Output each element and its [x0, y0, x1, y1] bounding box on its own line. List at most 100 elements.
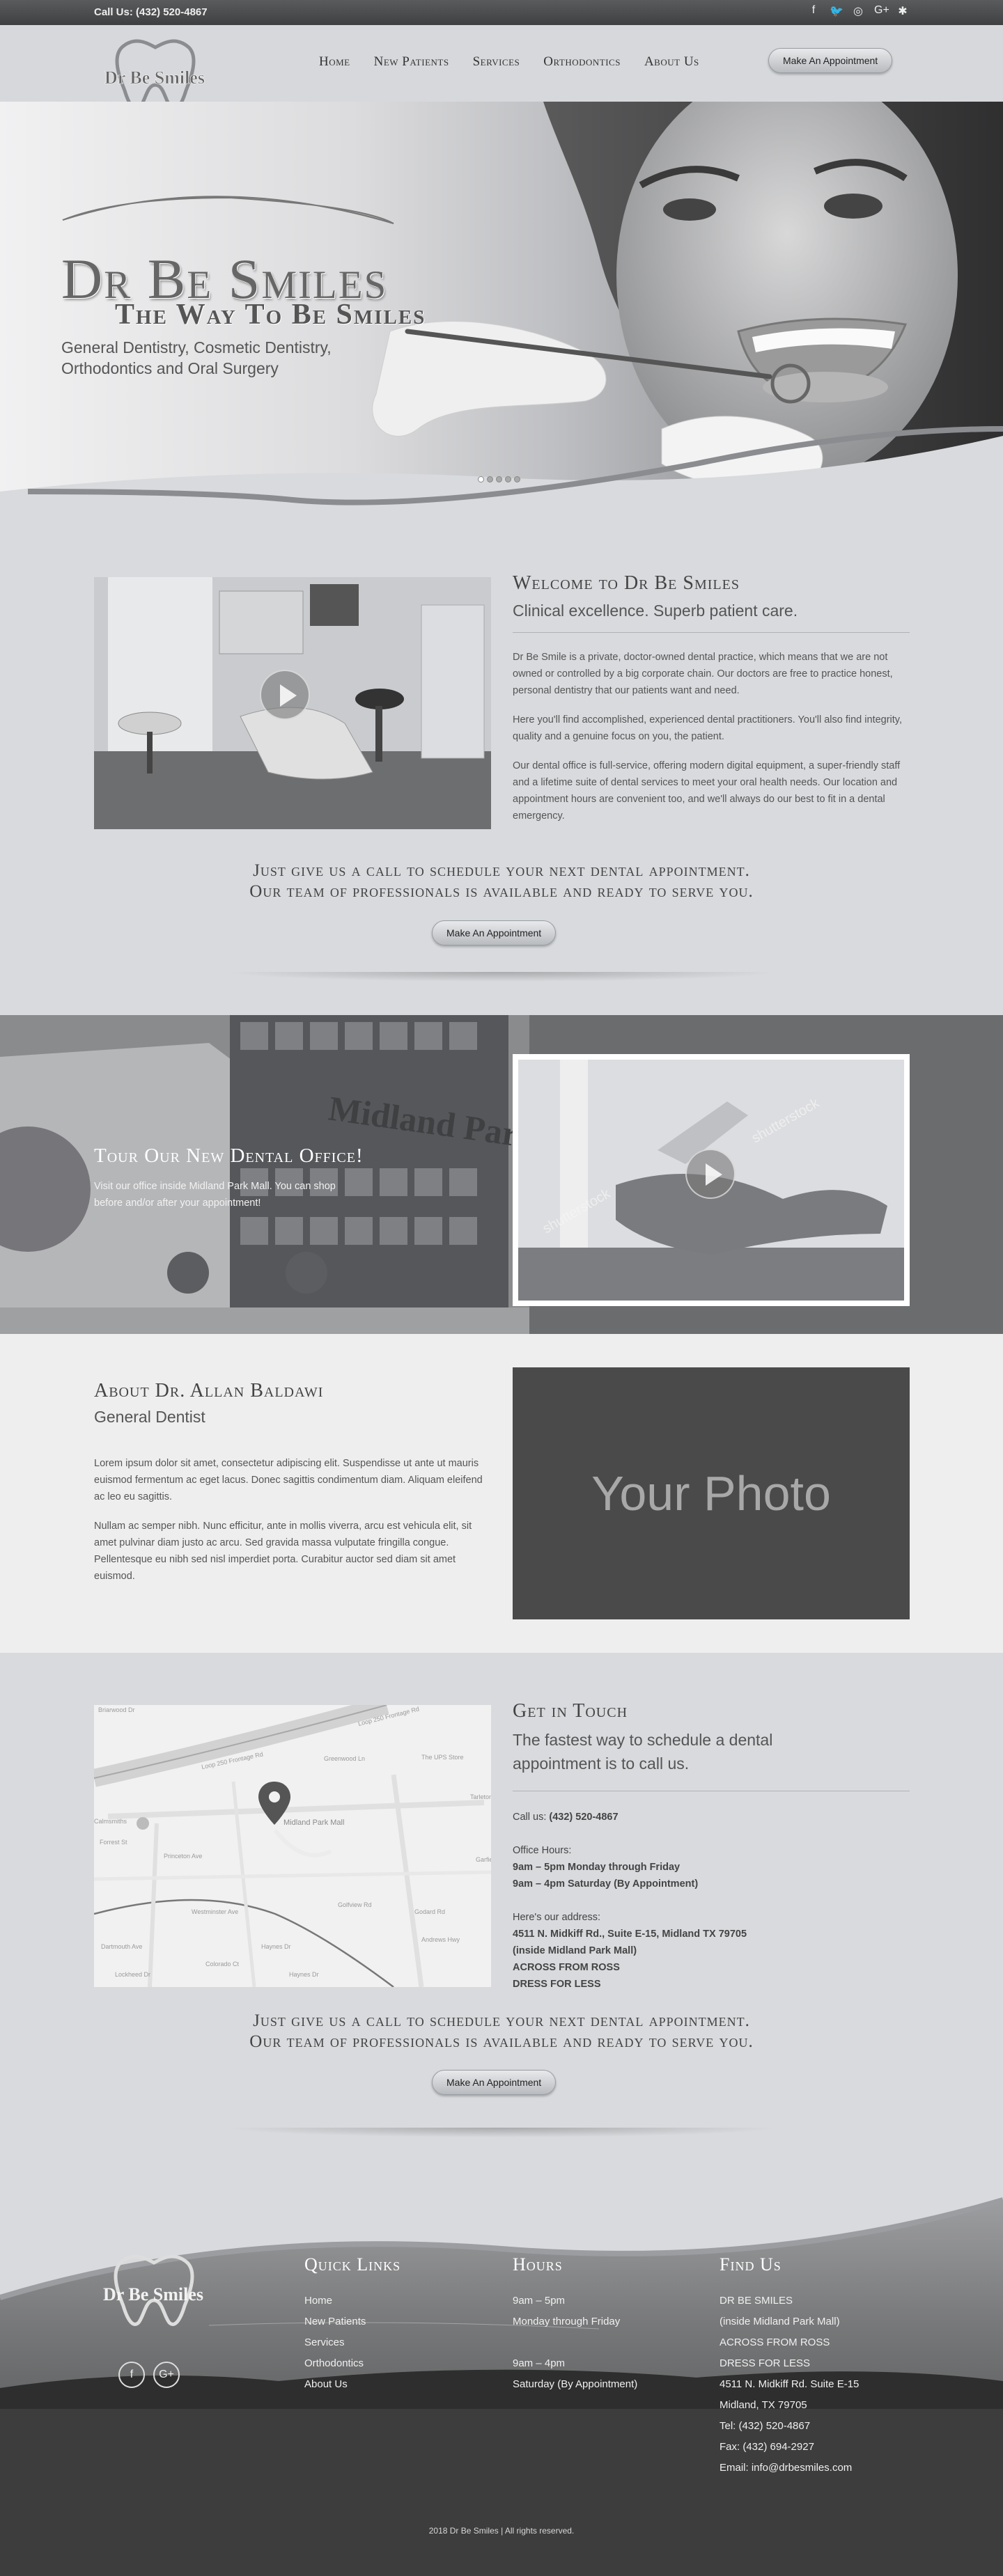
- hero-slider: Dr Be Smiles The Way To Be Smiles Genera…: [0, 102, 1003, 533]
- cta-line-2: Our team of professionals is available a…: [249, 882, 754, 901]
- address-label: Here's our address:: [513, 1912, 601, 1923]
- footer-hours-line: 9am – 4pm: [513, 2357, 566, 2369]
- section-divider-shadow: [223, 2128, 780, 2137]
- map-label: Garfield St: [476, 1856, 491, 1863]
- yelp-icon[interactable]: ✱: [896, 4, 909, 18]
- map-label: Colorado Ct: [205, 1961, 240, 1968]
- slider-dot[interactable]: [505, 476, 511, 482]
- footer-link-new-patients[interactable]: New Patients: [304, 2311, 401, 2332]
- address-line: 4511 N. Midkiff Rd., Suite E-15, Midland…: [513, 1929, 747, 1940]
- address-line: (inside Midland Park Mall): [513, 1945, 637, 1956]
- welcome-body: Dr Be Smile is a private, doctor-owned d…: [513, 649, 910, 837]
- contact-phone[interactable]: (432) 520-4867: [549, 1812, 618, 1823]
- welcome-video[interactable]: [94, 577, 491, 829]
- footer-social: f G+: [118, 2362, 180, 2388]
- hero-subtitle: General Dentistry, Cosmetic Dentistry, O…: [61, 338, 332, 377]
- welcome-subheading: Clinical excellence. Superb patient care…: [513, 602, 798, 620]
- map-label: Princeton Ave: [164, 1853, 202, 1860]
- footer-logo[interactable]: Dr Be Smiles: [94, 2247, 212, 2345]
- welcome-paragraph: Dr Be Smile is a private, doctor-owned d…: [513, 652, 893, 696]
- about-body: Lorem ipsum dolor sit amet, consectetur …: [94, 1455, 491, 1597]
- footer-find-us: Find Us DR BE SMILES (inside Midland Par…: [720, 2254, 859, 2479]
- divider: [513, 632, 910, 633]
- map-label: Calmsmiths: [94, 1818, 127, 1825]
- footer-hours-line: Monday through Friday: [513, 2316, 621, 2327]
- main-nav: Home New Patients Services Orthodontics …: [319, 54, 699, 70]
- cta-line-1: Just give us a call to schedule your nex…: [253, 861, 750, 880]
- welcome-paragraph: Here you'll find accomplished, experienc…: [513, 714, 903, 742]
- hours-label: Office Hours:: [513, 1845, 572, 1856]
- slider-dot[interactable]: [514, 476, 520, 482]
- tooth-logo-icon: Dr Be Smiles: [103, 2254, 203, 2326]
- map-label: Briarwood Dr: [98, 1706, 135, 1713]
- welcome-heading: Welcome to Dr Be Smiles: [513, 572, 740, 594]
- section-divider-shadow: [223, 972, 780, 982]
- hours-title: Hours: [513, 2254, 563, 2275]
- slider-dots: [478, 476, 520, 482]
- slider-dot[interactable]: [487, 476, 493, 482]
- contact-heading: Get in Touch: [513, 1700, 628, 1722]
- map-label: Dartmouth Ave: [101, 1943, 142, 1950]
- map-label: The UPS Store: [421, 1754, 464, 1761]
- footer-link-home[interactable]: Home: [304, 2291, 401, 2311]
- top-bar: Call Us: (432) 520-4867 f 🐦 ◎ G+ ✱: [0, 0, 1003, 25]
- tour-text: Visit our office inside Midland Park Mal…: [94, 1181, 336, 1209]
- contact-details: Call us: (432) 520-4867 Office Hours: 9a…: [513, 1809, 861, 1993]
- footer-link-orthodontics[interactable]: Orthodontics: [304, 2353, 401, 2374]
- nav-about-us[interactable]: About Us: [644, 54, 699, 70]
- quick-links-title: Quick Links: [304, 2254, 401, 2275]
- nav-orthodontics[interactable]: Orthodontics: [543, 54, 621, 70]
- call-us-text[interactable]: Call Us: (432) 520-4867: [94, 6, 208, 18]
- facebook-icon[interactable]: f: [807, 4, 820, 18]
- map-label: Greenwood Ln: [324, 1755, 365, 1762]
- footer-phone[interactable]: Tel: (432) 520-4867: [720, 2416, 859, 2437]
- footer-link-services[interactable]: Services: [304, 2332, 401, 2353]
- footer-hours: Hours 9am – 5pm Monday through Friday 9a…: [513, 2254, 637, 2395]
- google-plus-icon[interactable]: G+: [153, 2362, 180, 2388]
- footer-find-line: (inside Midland Park Mall): [720, 2316, 840, 2327]
- slider-dot[interactable]: [496, 476, 502, 482]
- footer-find-line: 4511 N. Midkiff Rd. Suite E-15: [720, 2378, 860, 2390]
- map-label: Westminster Ave: [192, 1908, 238, 1915]
- about-heading: About Dr. Allan Baldawi: [94, 1380, 324, 1401]
- cta-appointment-button[interactable]: Make An Appointment: [432, 2070, 557, 2095]
- cta-appointment-button[interactable]: Make An Appointment: [432, 920, 557, 945]
- social-links: f 🐦 ◎ G+ ✱: [807, 4, 909, 18]
- play-icon[interactable]: [685, 1149, 736, 1199]
- copyright: 2018 Dr Be Smiles | All rights reserved.: [428, 2526, 575, 2536]
- google-plus-icon[interactable]: G+: [874, 4, 889, 18]
- map-label-mall: Midland Park Mall: [283, 1819, 344, 1827]
- play-icon[interactable]: [260, 670, 310, 720]
- contact-subheading: The fastest way to schedule a dental app…: [513, 1731, 773, 1773]
- about-paragraph: Nullam ac semper nibh. Nunc efficitur, a…: [94, 1521, 472, 1582]
- welcome-paragraph: Our dental office is full-service, offer…: [513, 760, 901, 822]
- map-label: Forrest St: [100, 1839, 127, 1846]
- map-label: Tarleton St: [470, 1793, 491, 1800]
- about-subheading: General Dentist: [94, 1408, 205, 1426]
- footer-link-about-us[interactable]: About Us: [304, 2374, 401, 2395]
- footer-quick-links: Quick Links Home New Patients Services O…: [304, 2254, 401, 2395]
- logo-text: Dr Be Smiles: [104, 68, 205, 88]
- address-line: DRESS FOR LESS: [513, 1979, 601, 1990]
- footer-email[interactable]: Email: info@drbesmiles.com: [720, 2458, 859, 2479]
- facebook-icon[interactable]: f: [118, 2362, 145, 2388]
- tour-video[interactable]: shutterstock shutterstock: [513, 1054, 910, 1306]
- footer-find-line: ACROSS FROM ROSS: [720, 2337, 830, 2348]
- nav-services[interactable]: Services: [473, 54, 520, 70]
- slider-dot[interactable]: [478, 476, 484, 482]
- footer-hours-line: 9am – 5pm: [513, 2295, 566, 2307]
- twitter-icon[interactable]: 🐦: [830, 4, 843, 18]
- find-us-title: Find Us: [720, 2254, 782, 2275]
- instagram-icon[interactable]: ◎: [852, 4, 864, 18]
- call-label: Call us:: [513, 1812, 547, 1823]
- address-line: ACROSS FROM ROSS: [513, 1962, 620, 1973]
- nav-home[interactable]: Home: [319, 54, 350, 70]
- map-label: Golfview Rd: [338, 1901, 372, 1908]
- footer-logo-text: Dr Be Smiles: [103, 2284, 203, 2304]
- doctor-photo-placeholder: Your Photo: [513, 1367, 910, 1619]
- map-label: Lockheed Dr: [115, 1971, 150, 1978]
- nav-new-patients[interactable]: New Patients: [374, 54, 449, 70]
- footer-find-line: Midland, TX 79705: [720, 2399, 807, 2411]
- location-map[interactable]: Loop 250 Frontage Rd Loop 250 Frontage R…: [94, 1705, 491, 1987]
- header-appointment-button[interactable]: Make An Appointment: [768, 48, 893, 73]
